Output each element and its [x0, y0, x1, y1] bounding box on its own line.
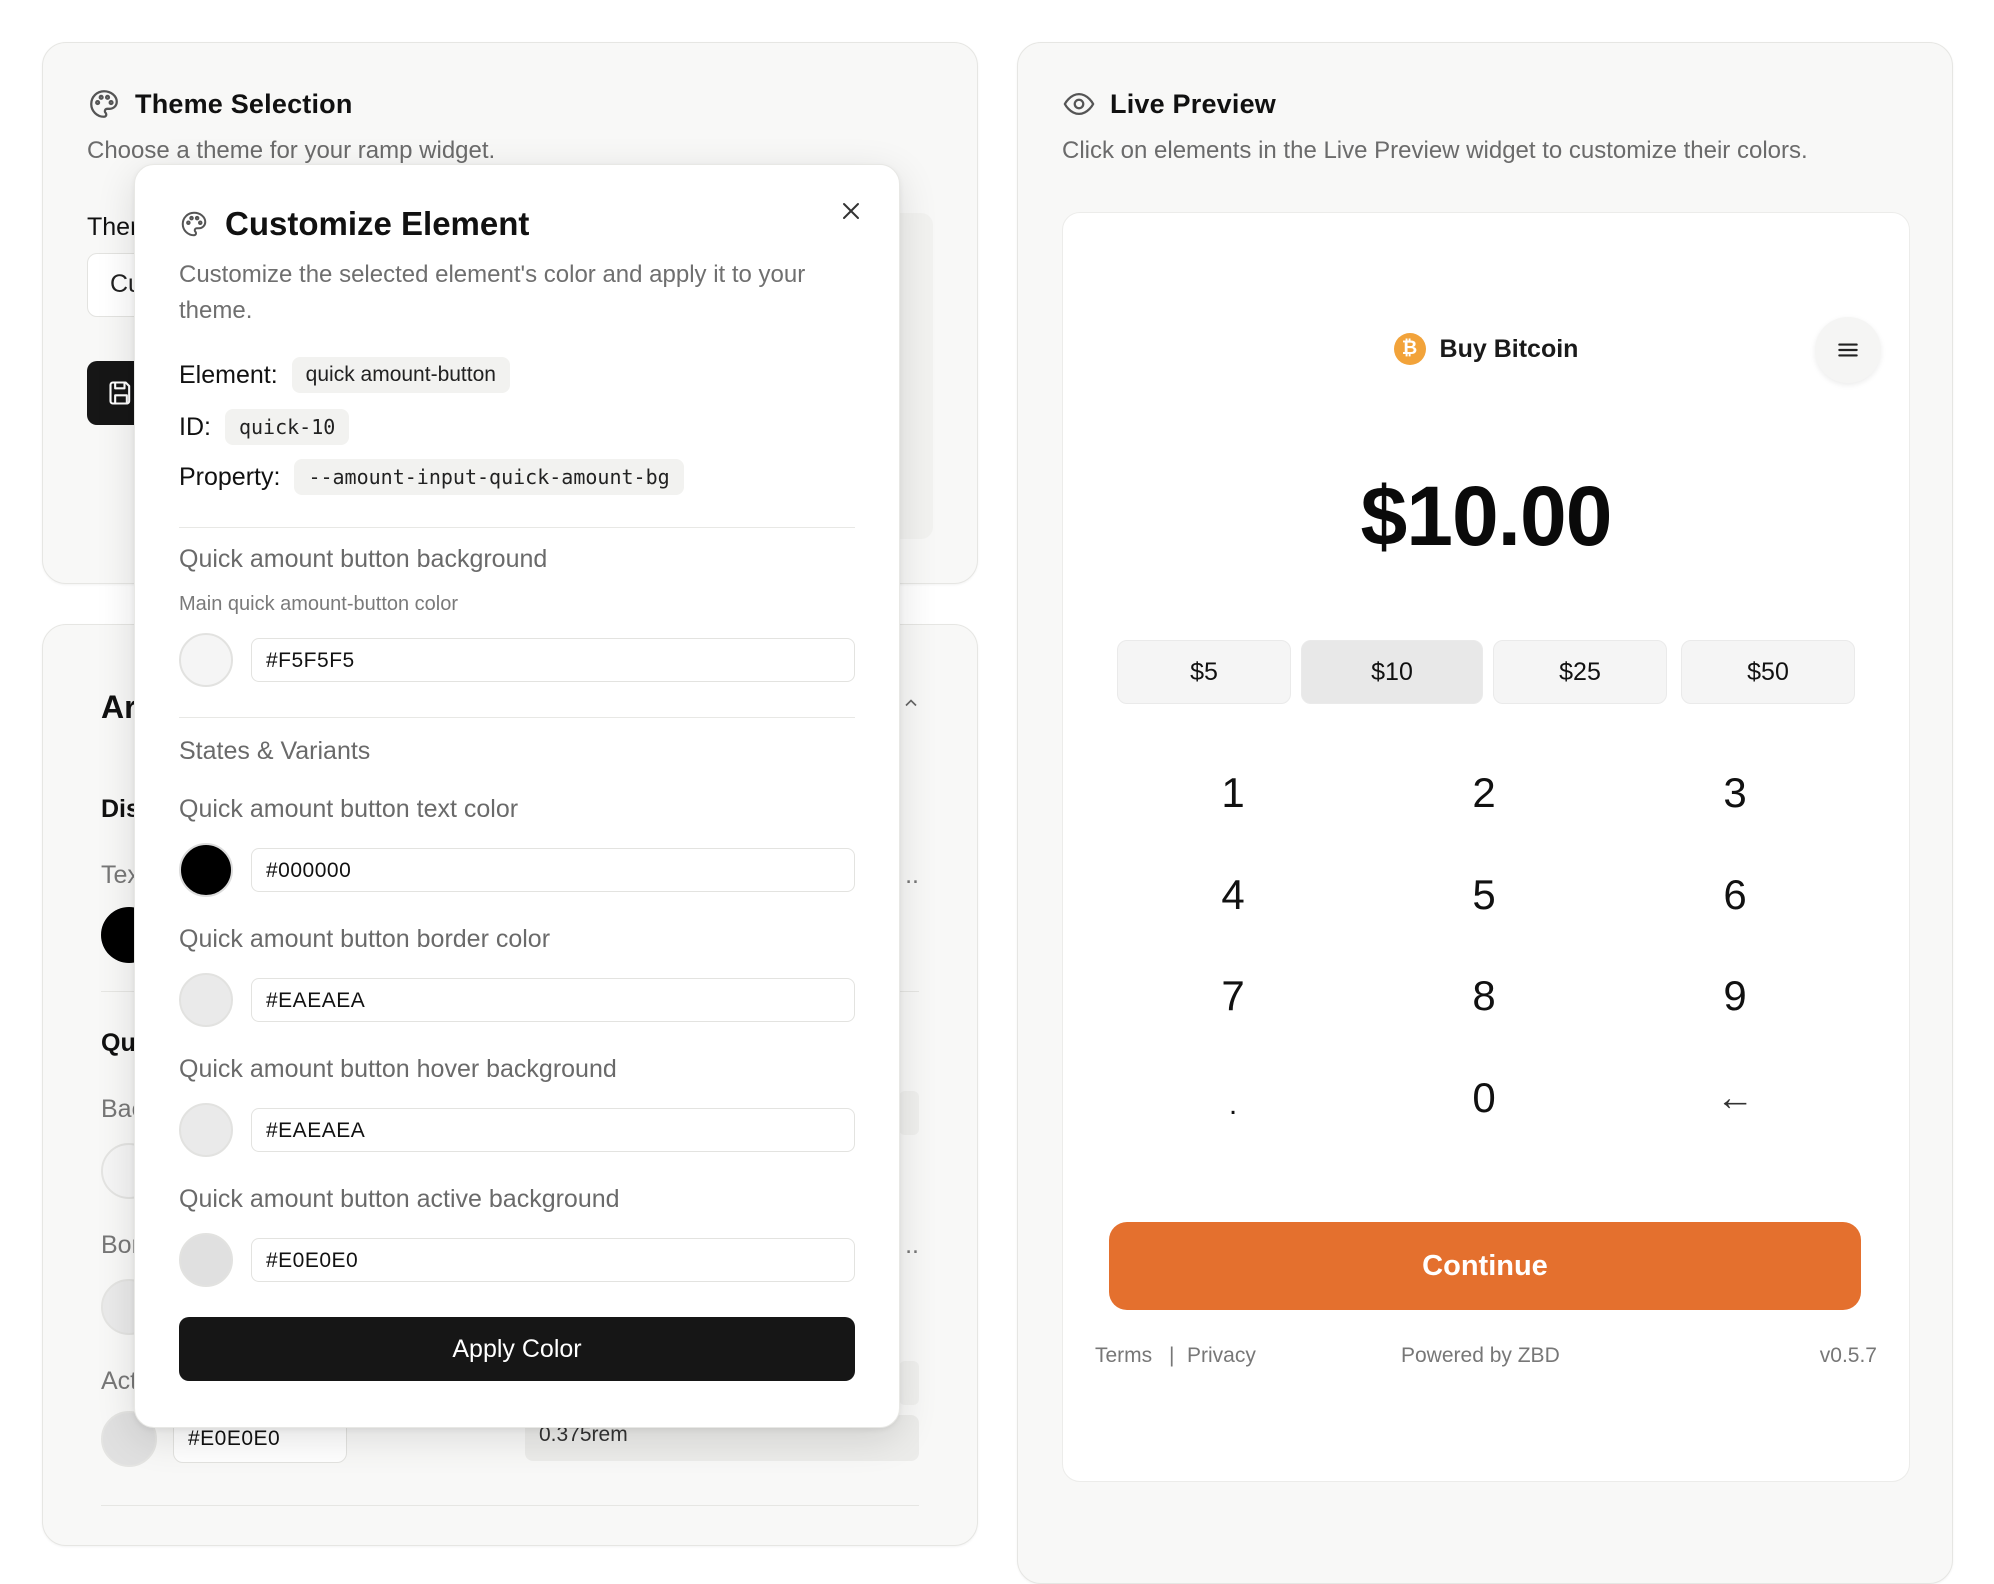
key-8[interactable]: 8 [1424, 961, 1544, 1031]
customize-element-modal: Customize Element Customize the selected… [134, 164, 900, 1428]
modal-description: Customize the selected element's color a… [179, 261, 806, 324]
quick-amount-5[interactable]: $5 [1117, 640, 1291, 704]
active-input-right[interactable] [899, 1361, 919, 1405]
main-color-hint: Main quick amount-button color [179, 593, 459, 615]
close-button[interactable] [833, 193, 869, 229]
element-chip: quick amount-button [291, 357, 510, 393]
live-preview-header: Live Preview [1062, 87, 1276, 121]
powered-by-text: Powered by ZBD [1401, 1344, 1560, 1367]
property-label: Property: [179, 462, 281, 491]
key-3[interactable]: 3 [1675, 758, 1795, 828]
text-color-swatch[interactable] [179, 843, 233, 897]
truncated-label-1: .. [905, 861, 919, 889]
text-color-label: Quick amount button text color [179, 795, 519, 823]
modal-title: Customize Element [225, 205, 530, 242]
hover-bg-swatch[interactable] [179, 1103, 233, 1157]
states-heading: States & Variants [179, 737, 371, 765]
hamburger-icon [1835, 337, 1861, 363]
theme-label: Ther [87, 213, 139, 241]
key-6[interactable]: 6 [1675, 860, 1795, 930]
active-hex-value: #E0E0E0 [188, 1427, 281, 1450]
section-divider-bottom [101, 1505, 919, 1506]
quick-amount-25[interactable]: $25 [1493, 640, 1667, 704]
text-color-hex-input[interactable]: #000000 [251, 848, 855, 892]
palette-icon [179, 209, 209, 239]
key-1[interactable]: 1 [1173, 758, 1293, 828]
bitcoin-icon: ₿ [1393, 333, 1426, 365]
backspace-key[interactable]: ← [1675, 1063, 1795, 1133]
quick-section-label: Qu [101, 1029, 136, 1057]
theme-selection-subtitle: Choose a theme for your ramp widget. [87, 137, 496, 164]
key-2[interactable]: 2 [1424, 758, 1544, 828]
widget-header: ₿ Buy Bitcoin [1063, 333, 1909, 365]
active-bg-swatch[interactable] [179, 1233, 233, 1287]
property-row: Property: --amount-input-quick-amount-bg [179, 459, 684, 495]
palette-icon [87, 87, 121, 121]
element-label: Element: [179, 360, 278, 389]
continue-button[interactable]: Continue [1109, 1222, 1861, 1310]
chevron-up-icon[interactable] [901, 693, 921, 713]
theme-selection-header: Theme Selection [87, 87, 353, 121]
privacy-link[interactable]: Privacy [1187, 1344, 1256, 1368]
property-chip: --amount-input-quick-amount-bg [294, 459, 684, 495]
key-9[interactable]: 9 [1675, 961, 1795, 1031]
border-color-label: Quick amount button border color [179, 925, 551, 953]
version-text: v0.5.7 [1819, 1344, 1877, 1367]
main-color-label: Quick amount button background [179, 545, 548, 573]
key-4[interactable]: 4 [1173, 860, 1293, 930]
active-bg-hex-input[interactable]: #E0E0E0 [251, 1238, 855, 1282]
truncated-label-2: .. [905, 1231, 919, 1259]
id-row: ID: quick-10 [179, 409, 350, 445]
key-0[interactable]: 0 [1424, 1063, 1544, 1133]
active-label: Act [101, 1367, 138, 1395]
main-color-hex-input[interactable]: #F5F5F5 [251, 638, 855, 682]
main-color-swatch[interactable] [179, 633, 233, 687]
hover-bg-hex-input[interactable]: #EAEAEA [251, 1108, 855, 1152]
menu-button[interactable] [1815, 317, 1881, 383]
key-decimal[interactable]: . [1173, 1063, 1293, 1133]
key-5[interactable]: 5 [1424, 860, 1544, 930]
widget-title: Buy Bitcoin [1439, 334, 1579, 363]
border-color-hex-input[interactable]: #EAEAEA [251, 978, 855, 1022]
ramp-widget: ₿ Buy Bitcoin $10.00 $5 $10 $25 $50 1 2 … [1062, 212, 1910, 1482]
amount-display: $10.00 [1360, 469, 1613, 563]
active-bg-label: Quick amount button active background [179, 1185, 620, 1213]
hover-bg-label: Quick amount button hover background [179, 1055, 617, 1083]
modal-header: Customize Element [179, 205, 529, 243]
live-preview-subtitle: Click on elements in the Live Preview wi… [1062, 137, 1808, 164]
quick-amount-50[interactable]: $50 [1681, 640, 1855, 704]
apply-color-button[interactable]: Apply Color [179, 1317, 855, 1381]
eye-icon [1062, 87, 1096, 121]
background-input-right[interactable] [899, 1091, 919, 1135]
theme-selection-title: Theme Selection [135, 88, 353, 119]
id-chip: quick-10 [224, 409, 350, 445]
close-icon [839, 199, 863, 223]
element-row: Element: quick amount-button [179, 357, 510, 393]
live-preview-title: Live Preview [1110, 88, 1276, 119]
footer-separator: | [1169, 1344, 1175, 1367]
divider [179, 717, 855, 718]
quick-amount-10[interactable]: $10 [1301, 640, 1483, 704]
terms-link[interactable]: Terms [1095, 1344, 1152, 1368]
divider [179, 527, 855, 528]
key-7[interactable]: 7 [1173, 961, 1293, 1031]
appearance-title: Ar [101, 689, 137, 725]
border-color-swatch[interactable] [179, 973, 233, 1027]
id-label: ID: [179, 412, 211, 441]
save-icon [107, 379, 135, 407]
